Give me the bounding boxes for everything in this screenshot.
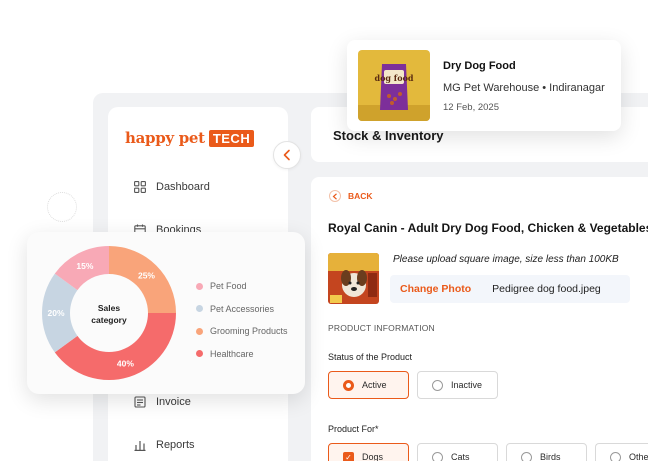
donut-center-label: Sales [98,303,120,313]
file-name: Pedigree dog food.jpeg [492,283,601,295]
sidebar-item-label: Reports [156,439,195,451]
slice-value-label: 25% [138,271,155,281]
radio-checked-icon [343,379,354,391]
status-option-active[interactable]: Active [328,371,409,399]
product-for-cats[interactable]: Cats [417,443,498,461]
radio-unchecked-icon [521,451,532,461]
product-for-birds[interactable]: Birds [506,443,587,461]
brand-logo[interactable]: happy pet TECH [125,129,255,147]
legend-item-grooming-products: Grooming Products [196,320,288,343]
legend-label: Pet Food [210,281,247,292]
option-label: Inactive [451,380,483,390]
brand-badge: TECH [208,129,255,147]
donut-chart: 25% 40% 20% 15% Sales category [42,246,176,380]
product-for-label: Product For* [328,424,379,434]
status-option-inactive[interactable]: Inactive [417,371,498,399]
legend-item-pet-food: Pet Food [196,275,288,298]
sidebar-item-dashboard[interactable]: Dashboard [134,181,210,193]
product-thumbnail: dog food [358,50,430,121]
radio-unchecked-icon [610,451,621,461]
chevron-left-icon [283,149,290,161]
chart-legend: Pet Food Pet Accessories Grooming Produc… [196,275,288,365]
legend-label: Grooming Products [210,326,288,337]
change-photo-button[interactable]: Change Photo [400,283,471,295]
legend-dot [196,305,203,313]
sidebar-collapse-button[interactable] [273,141,301,169]
notification-title: Dry Dog Food [443,60,516,72]
sales-chart-card: 25% 40% 20% 15% Sales category Pet Food Pet A… [27,232,305,394]
slice-value-label: 40% [117,358,134,368]
decorative-circle [47,192,77,222]
legend-label: Healthcare [210,348,254,359]
status-label: Status of the Product [328,352,413,362]
sidebar-item-reports[interactable]: Reports [134,439,195,451]
product-title: Royal Canin - Adult Dry Dog Food, Chicke… [328,221,648,235]
invoice-icon [134,396,146,408]
legend-label: Pet Accessories [210,303,275,314]
section-label: PRODUCT INFORMATION [328,323,435,333]
legend-dot [196,327,203,335]
donut-center-label: category [91,315,127,325]
sidebar-item-label: Invoice [156,396,191,408]
option-label: Active [362,380,387,390]
legend-item-pet-accessories: Pet Accessories [196,298,288,321]
option-label: Cats [451,452,470,461]
sidebar-item-invoice[interactable]: Invoice [134,396,191,408]
product-image [328,253,379,304]
option-label: Dogs [362,452,384,461]
legend-dot [196,282,203,290]
radio-unchecked-icon [432,451,443,461]
bar-chart-icon [134,441,146,451]
sidebar-item-label: Dashboard [156,181,210,193]
brand-name: happy pet [125,129,205,147]
upload-box: Change Photo Pedigree dog food.jpeg [390,275,630,303]
grid-icon [134,181,146,193]
legend-dot [196,350,203,358]
main-content: BACK Royal Canin - Adult Dry Dog Food, C… [311,177,648,461]
notification-date: 12 Feb, 2025 [443,102,499,113]
radio-unchecked-icon [432,379,443,391]
product-for-dogs[interactable]: ✓ Dogs [328,443,409,461]
notification-subtitle: MG Pet Warehouse • Indiranagar [443,82,605,94]
back-button[interactable]: BACK [329,190,373,202]
package-label: dog food [374,73,413,83]
notification-card[interactable]: dog food Dry Dog Food MG Pet Warehouse •… [347,40,621,131]
checkbox-checked-icon: ✓ [343,451,354,461]
option-label: Birds [540,452,561,461]
legend-item-healthcare: Healthcare [196,343,288,366]
product-for-other[interactable]: Other [595,443,648,461]
back-label: BACK [348,191,373,201]
slice-value-label: 15% [76,261,93,271]
option-label: Other [629,452,648,461]
slice-value-label: 20% [47,308,64,318]
upload-hint: Please upload square image, size less th… [393,254,619,265]
chevron-left-icon [329,190,341,202]
